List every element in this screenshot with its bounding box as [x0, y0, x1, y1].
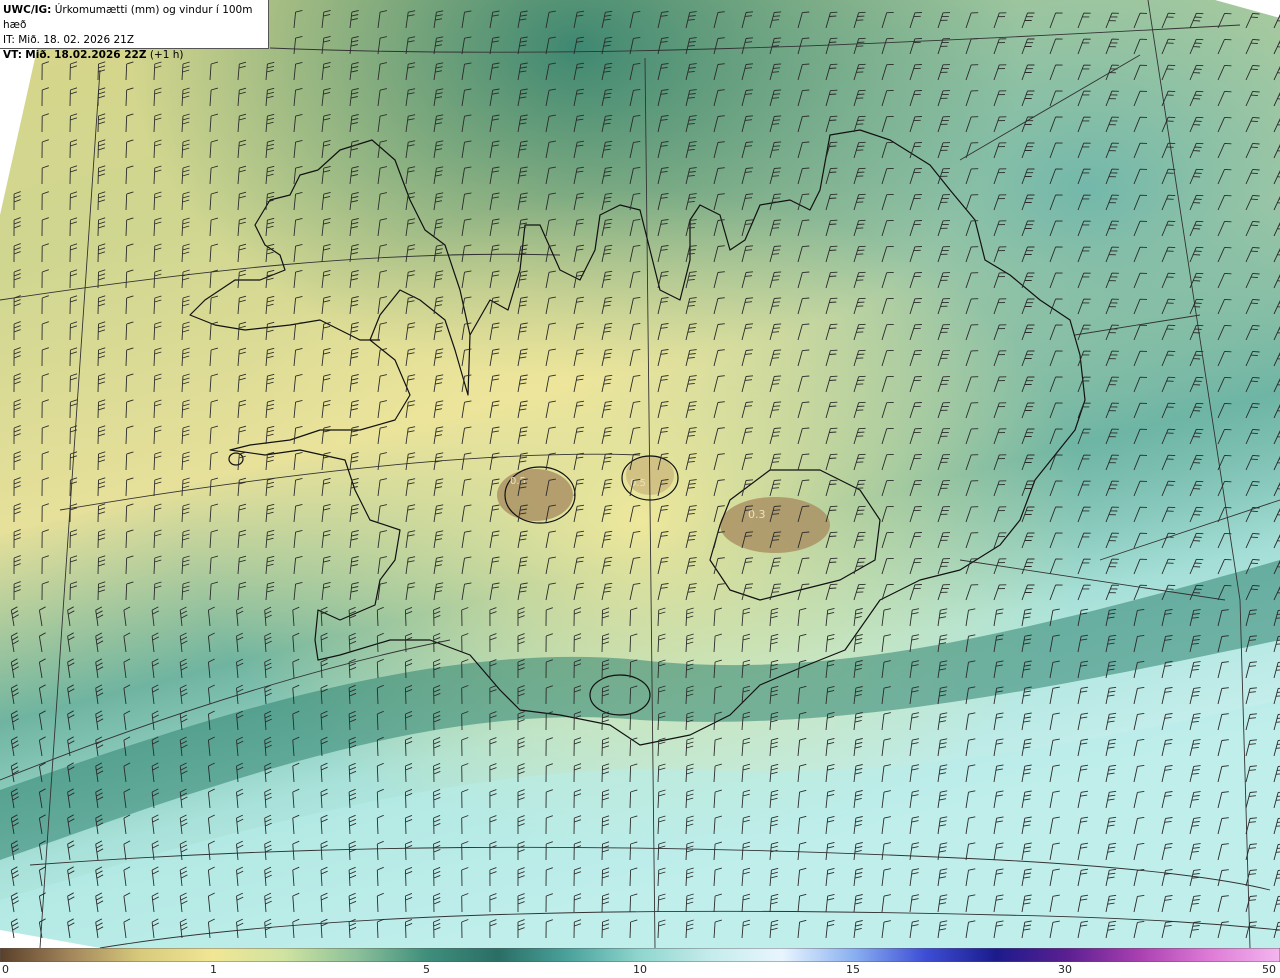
it-value: Mið. 18. 02. 2026 21Z: [18, 34, 135, 46]
colorbar-tick: 15: [846, 963, 860, 976]
valid-time-line: VT: Mið. 18.02.2026 22Z (+1 h): [3, 48, 268, 63]
colorbar-tick: 1: [210, 963, 217, 976]
langjokull-dry-spot: [497, 469, 573, 521]
colorbar-tick: 10: [633, 963, 647, 976]
colorbar-tick: 5: [423, 963, 430, 976]
map-label-langjokull: 0.5: [510, 476, 526, 487]
it-label: IT:: [3, 34, 15, 46]
vatnajokull-dry-spot: [720, 497, 830, 553]
header-title-line: UWC/IG: Úrkomumætti (mm) og vindur í 100…: [3, 3, 268, 33]
precipitable-water-wind-map: 0.5 0.5 0.3: [0, 0, 1280, 948]
header-box: UWC/IG: Úrkomumætti (mm) og vindur í 100…: [0, 0, 269, 61]
colorbar-tick: 50: [1262, 963, 1276, 976]
initial-time-line: IT: Mið. 18. 02. 2026 21Z: [3, 33, 268, 48]
vt-offset: (+1 h): [149, 49, 184, 61]
vt-value: Mið. 18.02.2026 22Z: [25, 49, 147, 61]
model-code: UWC/IG:: [3, 4, 52, 16]
colorbar-tick: 0: [2, 963, 9, 976]
colorbar-tick: 30: [1058, 963, 1072, 976]
colorbar-labels: 0 1 5 10 15 30 50: [0, 962, 1280, 978]
colorbar: [0, 948, 1280, 962]
vt-label: VT:: [3, 49, 22, 61]
